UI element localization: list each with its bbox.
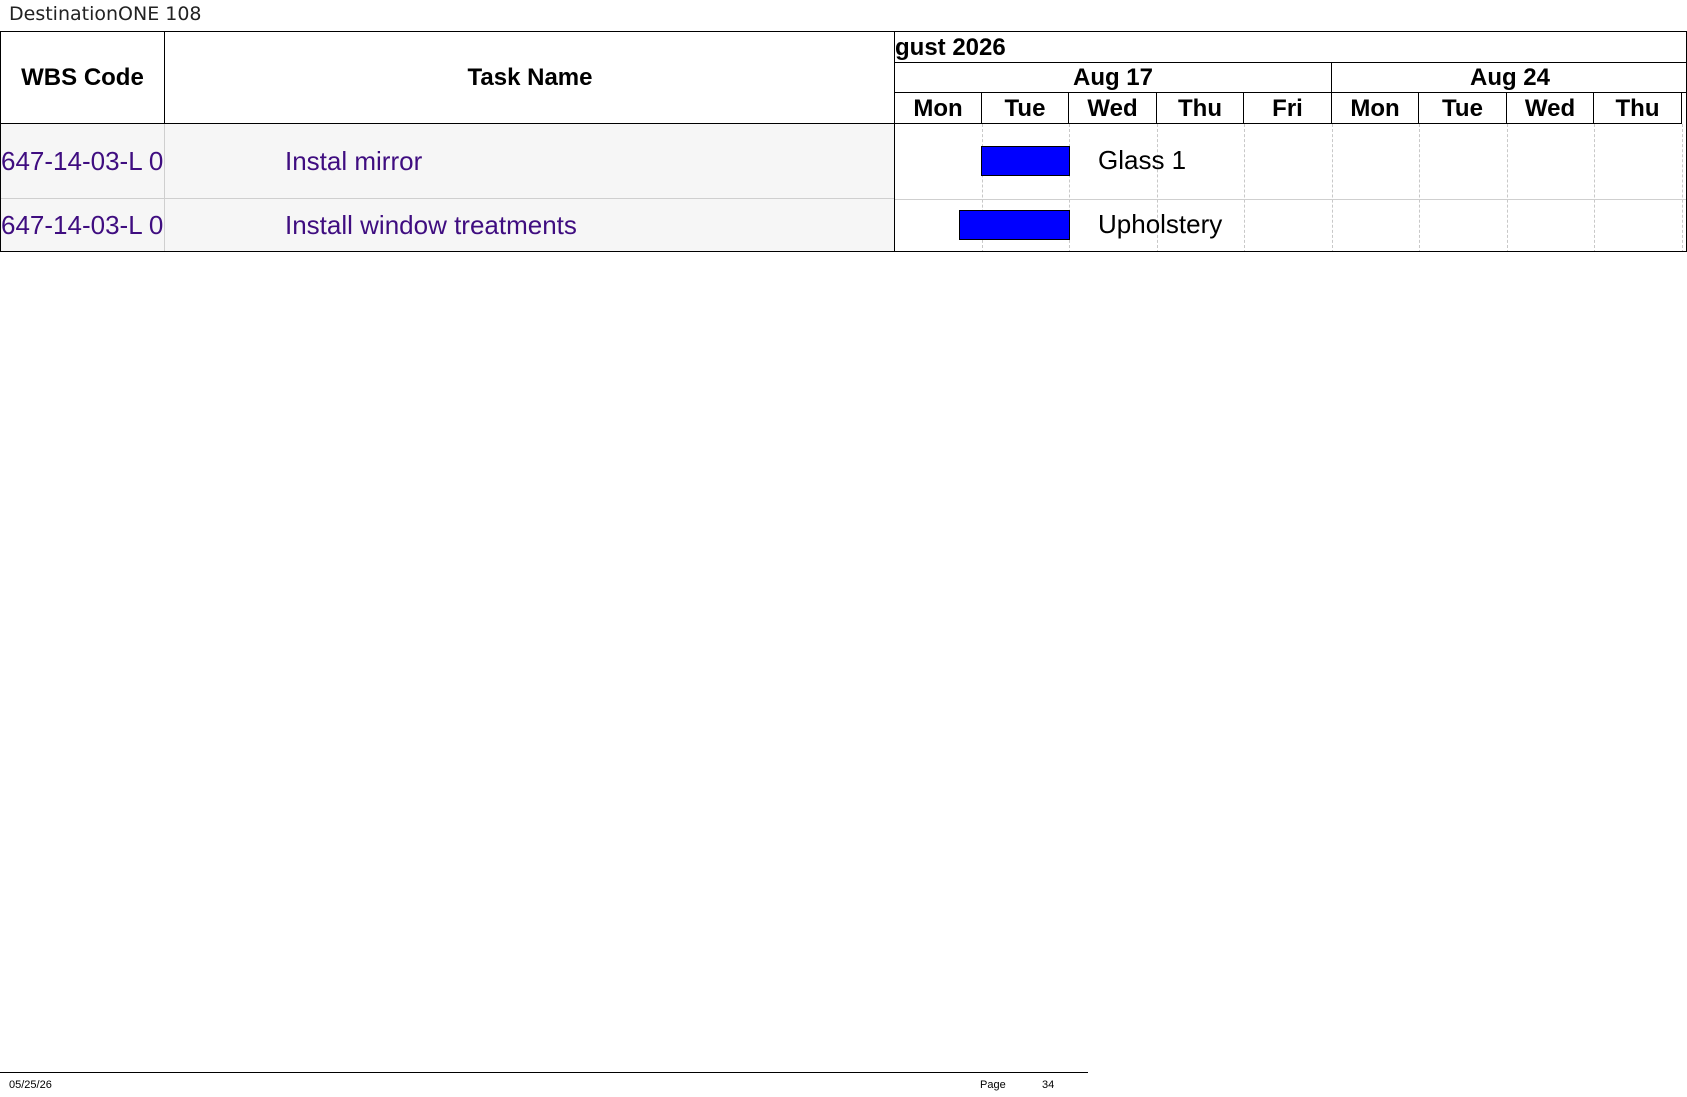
week-header: Aug 24 (1332, 63, 1686, 93)
task-name-cell: Install window treatments (285, 209, 577, 240)
grid-line (1332, 124, 1333, 251)
table-row[interactable]: 647-14-03-L 0 Instal mirror (1, 124, 895, 199)
day-header: Wed (1507, 93, 1594, 124)
day-header: Tue (1419, 93, 1507, 124)
task-name-cell: Instal mirror (285, 145, 423, 176)
day-header: Thu (1594, 93, 1682, 124)
grid-line (1507, 124, 1508, 251)
week-header: Aug 17 (895, 63, 1332, 93)
wbs-code-header[interactable]: WBS Code (1, 32, 165, 124)
task-bar-label: Glass 1 (1098, 145, 1187, 175)
task-bar[interactable] (959, 210, 1070, 240)
month-header: gust 2026 (895, 32, 1686, 63)
grid-line (1419, 124, 1420, 251)
footer-page-label: Page (980, 1079, 1006, 1091)
task-table: WBS Code Task Name 647-14-03-L 0 Instal … (0, 31, 895, 252)
day-header: Wed (1069, 93, 1157, 124)
gantt-chart: gust 2026 Aug 17 Aug 24 Mon Tue Wed Thu … (894, 31, 1687, 252)
day-header: Thu (1157, 93, 1244, 124)
task-bar[interactable] (981, 146, 1070, 176)
wbs-code-cell: 647-14-03-L 0 (1, 199, 165, 251)
footer-divider (0, 1072, 1088, 1073)
document-title: DestinationONE 108 (9, 3, 202, 25)
wbs-code-cell: 647-14-03-L 0 (1, 124, 165, 198)
day-header: Mon (895, 93, 982, 124)
footer-page-number: 34 (1042, 1079, 1055, 1091)
grid-line (1244, 124, 1245, 251)
grid-line (1594, 124, 1595, 251)
footer-date: 05/25/26 (9, 1079, 52, 1091)
row-divider (895, 199, 1686, 200)
grid-line (1682, 124, 1683, 251)
day-header: Mon (1332, 93, 1419, 124)
day-header: Tue (982, 93, 1069, 124)
table-row[interactable]: 647-14-03-L 0 Install window treatments (1, 199, 895, 251)
task-name-header[interactable]: Task Name (165, 32, 895, 124)
task-bar-label: Upholstery (1098, 209, 1223, 239)
day-header: Fri (1244, 93, 1332, 124)
